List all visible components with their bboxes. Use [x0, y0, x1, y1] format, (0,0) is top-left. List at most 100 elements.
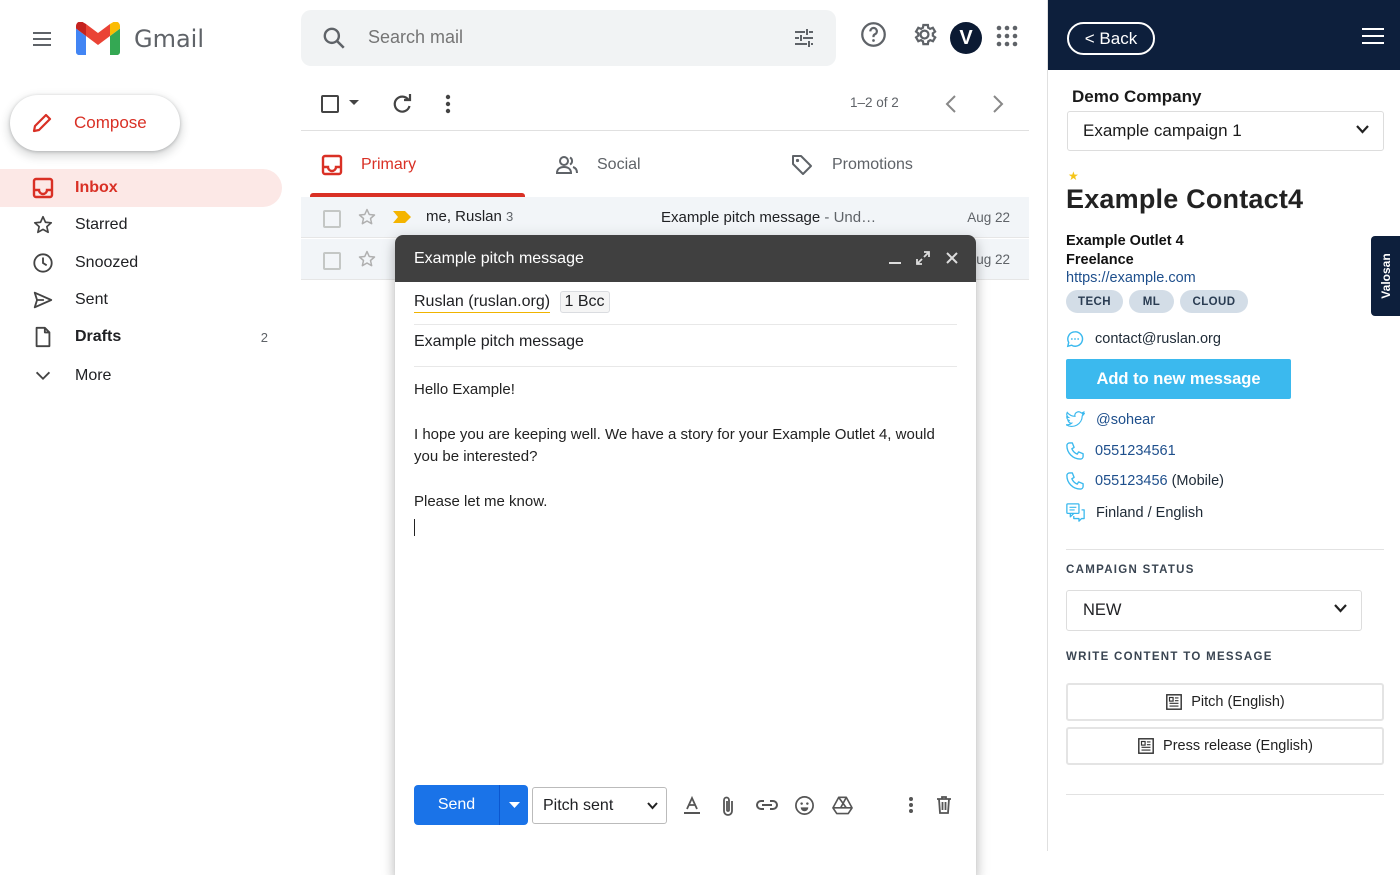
emoji-icon[interactable]	[794, 795, 815, 816]
contact-email[interactable]: contact@ruslan.org	[1095, 331, 1221, 347]
tab-promotions-label: Promotions	[832, 156, 913, 173]
valosan-tab-label: Valosan	[1379, 253, 1393, 299]
send-options-button[interactable]	[499, 785, 528, 825]
row-checkbox[interactable]	[323, 210, 341, 228]
mobile-number-link[interactable]: 055123456	[1095, 473, 1168, 489]
back-button[interactable]: < Back	[1067, 22, 1155, 55]
email-sender-name: me, Ruslan	[426, 208, 502, 225]
main-menu-icon[interactable]	[25, 22, 59, 56]
select-all-checkbox[interactable]	[321, 95, 339, 113]
contact-language: Finland / English	[1096, 504, 1204, 521]
tab-primary[interactable]: Primary	[321, 132, 416, 198]
account-avatar[interactable]: V	[950, 22, 982, 54]
write-content-heading: WRITE CONTENT TO MESSAGE	[1066, 651, 1273, 663]
campaign-select[interactable]: Example campaign 1	[1067, 111, 1384, 151]
contact-language-row: Finland / English	[1066, 503, 1203, 522]
phone-number[interactable]: 0551234561	[1095, 443, 1176, 459]
search-input[interactable]	[368, 27, 748, 48]
nav-more-label: More	[75, 367, 112, 384]
apps-grid-icon[interactable]	[996, 25, 1018, 47]
body-paragraph: Hello Example!	[414, 381, 515, 398]
contact-outlet: Example Outlet 4 Freelance	[1066, 232, 1184, 270]
next-page-icon[interactable]	[991, 94, 1005, 114]
search-options-icon[interactable]	[792, 26, 816, 50]
label-select[interactable]: Pitch sent	[532, 787, 667, 824]
tab-social-label: Social	[597, 156, 641, 173]
search-bar[interactable]	[301, 10, 836, 66]
contact-email-row: contact@ruslan.org	[1066, 330, 1221, 348]
nav-sent[interactable]: Sent	[0, 281, 282, 319]
tag-chip: CLOUD	[1180, 290, 1248, 313]
inbox-icon	[32, 177, 54, 199]
toolbar-divider	[301, 130, 1029, 131]
press-release-english-label: Press release (English)	[1163, 738, 1313, 754]
important-marker-icon[interactable]	[392, 210, 412, 224]
gmail-title: Gmail	[134, 24, 205, 53]
sidebar-header: < Back	[1048, 0, 1400, 70]
pencil-icon	[30, 111, 54, 135]
close-icon[interactable]	[945, 251, 959, 265]
favorite-star-icon[interactable]: ★	[1068, 169, 1079, 183]
discard-trash-icon[interactable]	[934, 795, 954, 815]
refresh-icon[interactable]	[390, 92, 414, 116]
press-release-english-button[interactable]: Press release (English)	[1066, 727, 1384, 765]
chevron-down-icon	[1334, 604, 1347, 613]
compose-footer: Send Pitch sent	[414, 785, 959, 825]
tab-promotions[interactable]: Promotions	[790, 132, 913, 198]
send-button[interactable]: Send	[414, 785, 499, 825]
campaign-status-heading: CAMPAIGN STATUS	[1066, 564, 1195, 576]
settings-gear-icon[interactable]	[911, 21, 938, 48]
select-dropdown-icon[interactable]	[348, 99, 360, 107]
more-options-icon[interactable]	[908, 795, 914, 815]
nav-snoozed[interactable]: Snoozed	[0, 244, 282, 282]
search-icon[interactable]	[321, 25, 347, 51]
people-icon	[555, 154, 579, 176]
message-body[interactable]: Hello Example! I hope you are keeping we…	[414, 379, 954, 536]
fullscreen-icon[interactable]	[916, 251, 930, 265]
text-caret	[414, 519, 415, 536]
drafts-count: 2	[260, 329, 268, 345]
text-format-icon[interactable]	[682, 795, 702, 815]
pitch-english-button[interactable]: Pitch (English)	[1066, 683, 1384, 721]
nav-starred[interactable]: Starred	[0, 206, 282, 244]
star-icon[interactable]	[357, 249, 377, 269]
chevron-down-icon	[32, 365, 54, 387]
more-vert-icon[interactable]	[445, 94, 451, 114]
row-checkbox[interactable]	[323, 252, 341, 270]
dropdown-arrow-icon	[509, 802, 520, 809]
chat-bubble-icon	[1066, 330, 1084, 348]
contact-role: Freelance	[1066, 252, 1134, 268]
hamburger-menu-icon[interactable]	[1361, 27, 1385, 45]
compose-button[interactable]: Compose	[10, 95, 180, 151]
link-icon[interactable]	[755, 795, 779, 815]
nav-inbox[interactable]: Inbox	[0, 169, 282, 207]
twitter-handle[interactable]: @sohear	[1096, 412, 1155, 428]
nav-drafts[interactable]: Drafts 2	[0, 318, 282, 356]
valosan-side-tab[interactable]: Valosan	[1371, 236, 1400, 316]
clock-icon	[32, 252, 54, 274]
drive-icon[interactable]	[832, 795, 853, 815]
contact-website-link[interactable]: https://example.com	[1066, 270, 1196, 286]
compose-header[interactable]: Example pitch message	[395, 235, 976, 282]
nav-starred-label: Starred	[75, 216, 128, 233]
add-to-new-message-button[interactable]: Add to new message	[1066, 359, 1291, 399]
send-icon	[32, 289, 54, 311]
recipient-chip[interactable]: Ruslan (ruslan.org)	[414, 293, 551, 313]
recipients-field[interactable]: Ruslan (ruslan.org) 1 Bcc	[414, 291, 957, 325]
prev-page-icon[interactable]	[944, 94, 958, 114]
attach-icon[interactable]	[720, 795, 738, 817]
campaign-status-select[interactable]: NEW	[1066, 590, 1362, 631]
email-subject: Example pitch message - Und…	[661, 209, 901, 226]
gmail-logo[interactable]: Gmail	[76, 22, 204, 55]
bcc-chip[interactable]: 1 Bcc	[559, 291, 610, 313]
campaign-status-value: NEW	[1083, 601, 1122, 619]
tab-social[interactable]: Social	[555, 132, 641, 198]
minimize-icon[interactable]	[888, 251, 902, 265]
nav-more[interactable]: More	[0, 357, 282, 395]
compose-window[interactable]: Example pitch message Ruslan (ruslan.org…	[395, 235, 976, 875]
subject-field[interactable]: Example pitch message	[414, 333, 957, 367]
star-icon[interactable]	[357, 207, 377, 227]
email-row[interactable]: me, Ruslan 3 Example pitch message - Und…	[301, 197, 1029, 238]
help-icon[interactable]	[860, 21, 887, 48]
nav-snoozed-label: Snoozed	[75, 254, 139, 271]
